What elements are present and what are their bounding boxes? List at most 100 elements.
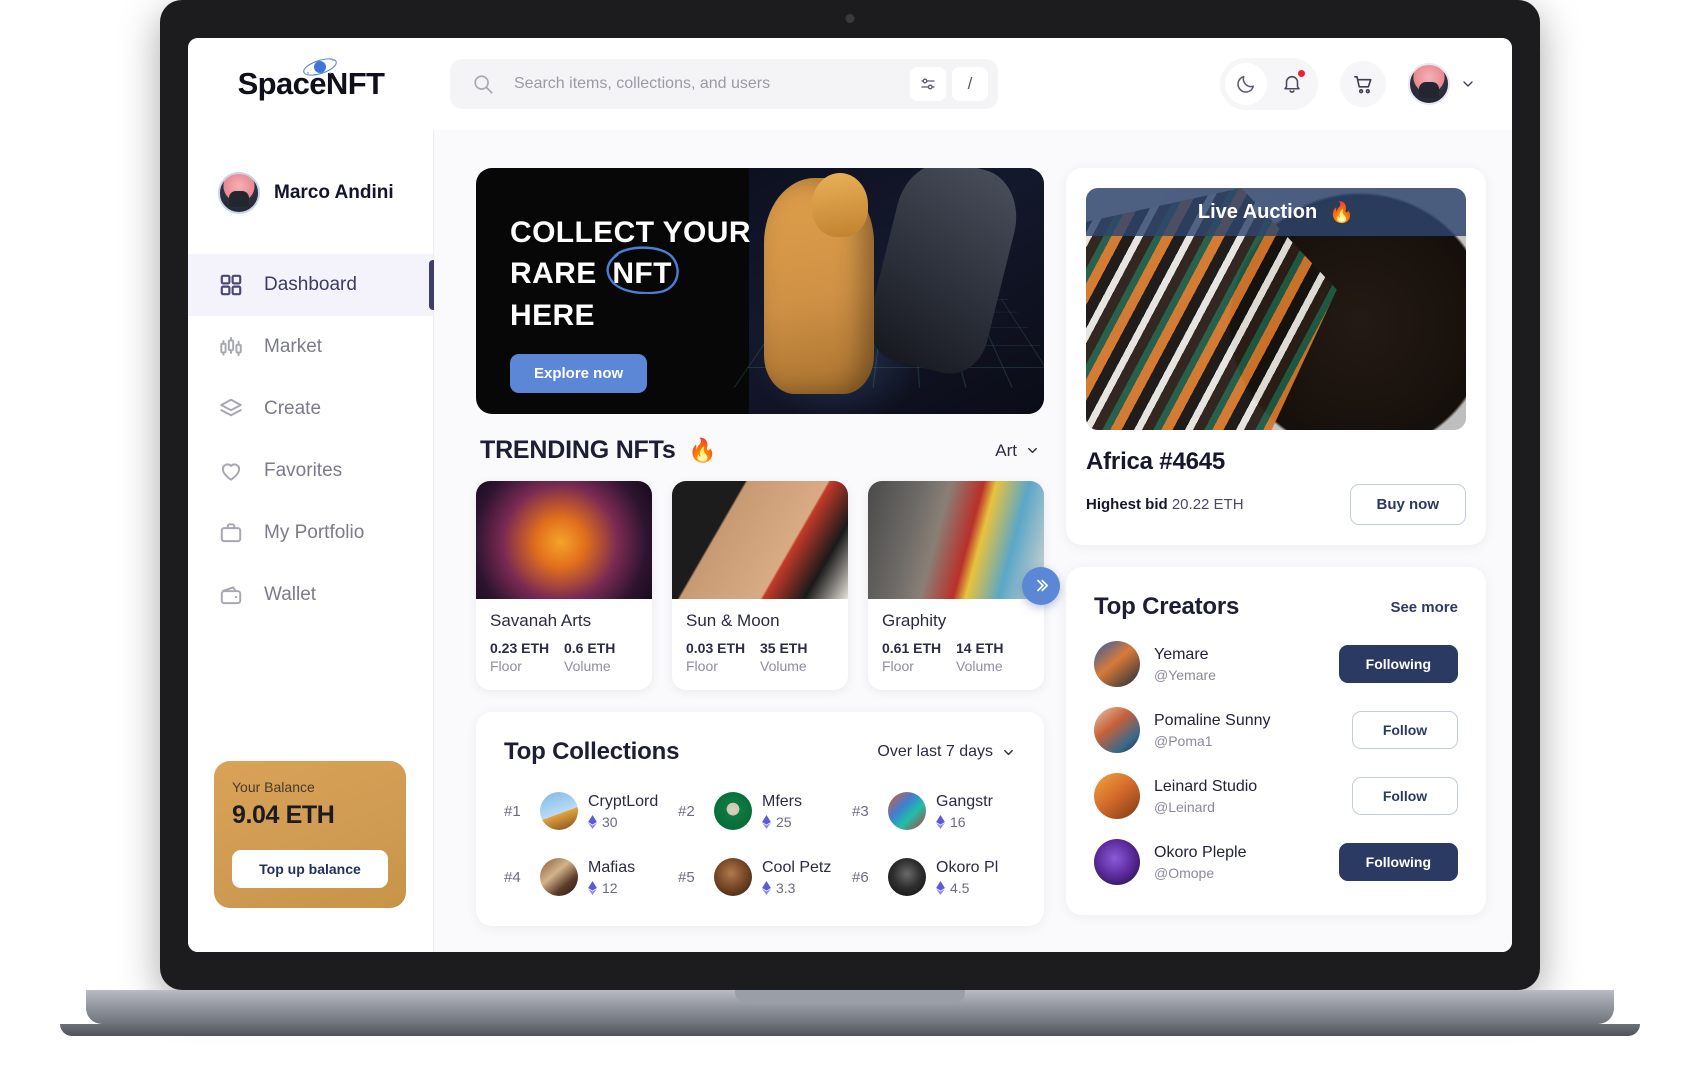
buy-now-button[interactable]: Buy now (1349, 484, 1466, 525)
planet-orbit-icon (303, 58, 337, 76)
creator-avatar[interactable] (1094, 641, 1140, 687)
nft-volume-label: Volume (956, 658, 1003, 674)
sidebar-item-label: Market (264, 336, 323, 357)
top-creators-title: Top Creators (1094, 593, 1240, 620)
webcam-dot (845, 14, 855, 23)
dark-mode-toggle[interactable] (1225, 63, 1267, 105)
hero-circled-word-wrap: NFT (605, 246, 680, 295)
hero-line-2: RARE NFT (510, 246, 1044, 295)
sidebar-user[interactable]: Marco Andini (188, 156, 433, 230)
nft-volume-value: 35 ETH (760, 640, 808, 656)
creator-handle: @Poma1 (1154, 732, 1213, 749)
collections-range-select[interactable]: Over last 7 days (877, 743, 1016, 761)
brand-logo[interactable]: SpaceNFT (188, 58, 434, 102)
nft-floor-value: 0.03 ETH (686, 640, 746, 656)
trending-next-button[interactable] (1022, 566, 1060, 605)
follow-button[interactable]: Following (1338, 645, 1458, 683)
search-filter-button[interactable] (910, 67, 946, 101)
nft-volume-value: 14 ETH (956, 640, 1004, 656)
auction-bid-label: Highest bid (1086, 496, 1168, 513)
top-creators-header: Top Creators See more (1094, 593, 1458, 621)
collection-rank: #6 (852, 868, 869, 886)
auction-image[interactable]: Live Auction 🔥 (1086, 188, 1466, 430)
creator-avatar[interactable] (1094, 773, 1140, 819)
collection-value-text: 30 (602, 813, 618, 830)
creator-name: Okoro Pleple (1154, 843, 1247, 861)
collection-avatar (714, 792, 752, 830)
auction-bid-value: 20.22 ETH (1171, 496, 1244, 513)
see-more-link[interactable]: See more (1390, 599, 1458, 616)
profile-menu[interactable] (1408, 63, 1476, 105)
nft-thumbnail (476, 481, 652, 599)
nft-card[interactable]: Graphity 0.61 ETH Floor 14 ETH Volume (868, 481, 1044, 690)
trending-title: TRENDING NFTs (480, 436, 676, 464)
trending-category-select[interactable]: Art (995, 441, 1040, 461)
creator-name: Yemare (1154, 645, 1209, 663)
collection-item[interactable]: #4 Mafias 12 (504, 858, 668, 896)
trending-category-value: Art (995, 440, 1017, 460)
nft-floor-label: Floor (686, 658, 718, 674)
search-slash-key[interactable]: / (952, 67, 988, 101)
nft-card[interactable]: Savanah Arts 0.23 ETH Floor 0.6 ETH Volu… (476, 481, 652, 690)
search-input[interactable] (494, 75, 910, 93)
top-collections-title: Top Collections (504, 738, 680, 765)
balance-card: Your Balance 9.04 ETH Top up balance (214, 761, 406, 908)
sidebar-item-label: Dashboard (264, 274, 357, 295)
collection-name: Mafias (588, 858, 636, 876)
follow-button[interactable]: Follow (1352, 777, 1458, 815)
nft-name: Savanah Arts (490, 611, 592, 630)
creator-name: Pomaline Sunny (1154, 711, 1271, 729)
trending-section: TRENDING NFTs 🔥 Art Savanah Arts 0.23 ET… (476, 436, 1060, 690)
sidebar-item-label: My Portfolio (264, 522, 365, 543)
sidebar-item-wallet[interactable]: Wallet (188, 564, 433, 626)
nft-meta: Savanah Arts 0.23 ETH Floor 0.6 ETH Volu… (476, 599, 652, 690)
collection-item[interactable]: #5 Cool Petz 3.3 (678, 858, 842, 896)
collection-item[interactable]: #2 Mfers 25 (678, 792, 842, 830)
hero-line-3: HERE (510, 298, 595, 332)
collection-value: 16 (936, 814, 993, 830)
nft-volume-stat: 14 ETH Volume (956, 640, 1030, 674)
notifications-button[interactable] (1271, 63, 1313, 105)
auction-bid-line: Highest bid 20.22 ETH (1086, 496, 1244, 513)
nft-thumbnail (868, 481, 1044, 599)
creator-name: Leinard Studio (1154, 777, 1258, 795)
collection-item[interactable]: #3 Gangstr 16 (852, 792, 1016, 830)
follow-button[interactable]: Follow (1352, 711, 1458, 749)
collection-value: 4.5 (936, 880, 998, 896)
chevron-down-icon (1028, 447, 1037, 454)
hero-banner[interactable]: COLLECT YOUR RARE NFT HERE Explore now (476, 168, 1044, 414)
ethereum-icon (936, 814, 945, 829)
chevron-down-icon (1463, 81, 1473, 87)
auction-bid-row: Highest bid 20.22 ETH Buy now (1086, 484, 1466, 525)
sidebar-item-create[interactable]: Create (188, 378, 433, 440)
nft-floor-stat: 0.23 ETH Floor (490, 640, 564, 674)
laptop-frame: SpaceNFT Search items, collections, and … (160, 0, 1540, 990)
ethereum-icon (762, 814, 771, 829)
top-up-balance-button[interactable]: Top up balance (232, 850, 388, 888)
sidebar-item-dashboard[interactable]: Dashboard (188, 254, 434, 316)
sidebar-item-my-portfolio[interactable]: My Portfolio (188, 502, 433, 564)
collection-text: Mafias 12 (588, 859, 635, 896)
nft-floor-value: 0.23 ETH (490, 640, 550, 656)
search-bar[interactable]: / (450, 59, 998, 109)
follow-button[interactable]: Following (1338, 843, 1458, 881)
collection-item[interactable]: #1 CryptLord 30 (504, 792, 668, 830)
cart-button[interactable] (1340, 61, 1386, 107)
trending-title-wrap: TRENDING NFTs 🔥 (480, 436, 717, 465)
explore-now-button[interactable]: Explore now (510, 354, 648, 394)
collection-value-text: 16 (950, 813, 966, 830)
chevron-down-icon (1004, 749, 1013, 755)
nft-card[interactable]: Sun & Moon 0.03 ETH Floor 35 ETH Volume (672, 481, 848, 690)
fire-icon: 🔥 (688, 437, 717, 463)
search-shortcuts: / (910, 67, 988, 101)
screenshot-stage: SpaceNFT Search items, collections, and … (0, 0, 1697, 1090)
creator-avatar[interactable] (1094, 839, 1140, 885)
sidebar-item-market[interactable]: Market (188, 316, 433, 378)
auction-title: Africa #4645 (1086, 448, 1226, 475)
collection-value-text: 3.3 (776, 879, 796, 896)
creator-avatar[interactable] (1094, 707, 1140, 753)
collection-item[interactable]: #6 Okoro Pl 4.5 (852, 858, 1016, 896)
sidebar-item-label: Create (264, 398, 322, 419)
sidebar-item-favorites[interactable]: Favorites (188, 440, 433, 502)
collection-avatar (714, 858, 752, 896)
